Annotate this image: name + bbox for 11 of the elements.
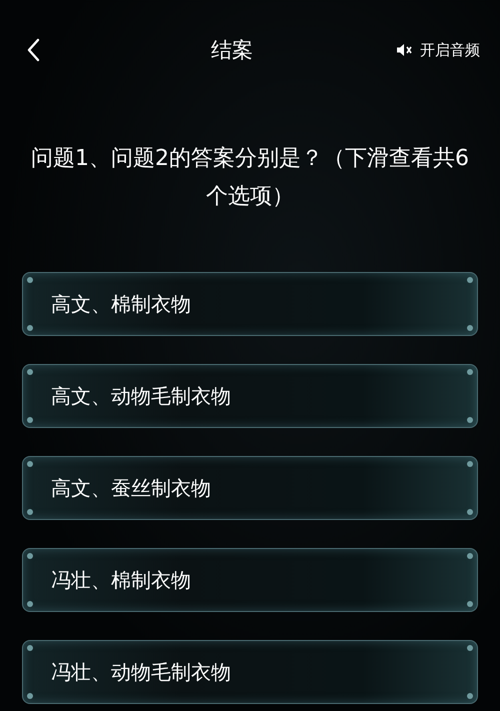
answer-option[interactable]: 冯壮、棉制衣物 — [22, 548, 478, 612]
page-title: 结案 — [211, 37, 253, 64]
mute-icon — [396, 42, 412, 58]
question-text: 问题1、问题2的答案分别是？（下滑查看共6个选项） — [30, 145, 470, 211]
answer-option[interactable]: 高文、动物毛制衣物 — [22, 364, 478, 428]
answer-option[interactable]: 冯壮、动物毛制衣物 — [22, 640, 478, 704]
answer-option[interactable]: 高文、棉制衣物 — [22, 272, 478, 336]
answer-option[interactable]: 高文、蚕丝制衣物 — [22, 456, 478, 520]
back-button[interactable] — [26, 38, 40, 62]
audio-button[interactable]: 开启音频 — [396, 40, 480, 60]
back-icon — [26, 38, 40, 62]
